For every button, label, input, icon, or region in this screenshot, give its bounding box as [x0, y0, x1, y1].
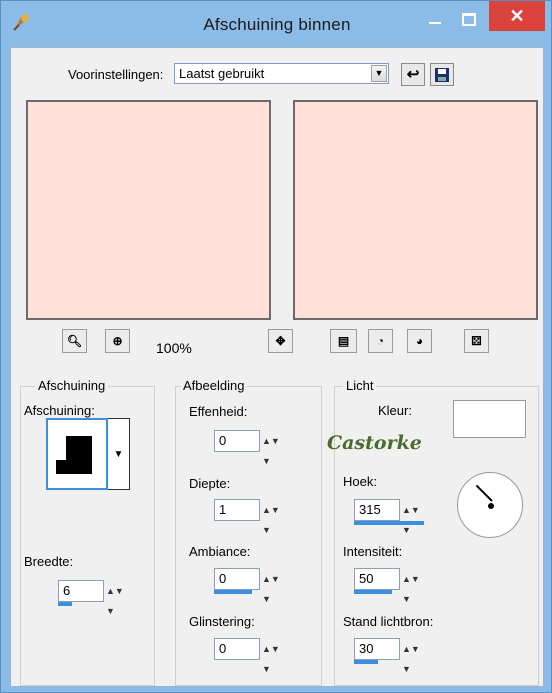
watermark-text: Castorke — [327, 432, 422, 454]
eye-icon: ◕ — [415, 334, 424, 348]
zoom-out-button[interactable]: 🔍︎ — [62, 329, 87, 353]
move-icon: ✥ — [275, 334, 286, 348]
intensity-input[interactable]: 50 — [354, 568, 400, 590]
depth-stepper[interactable]: 1 ▲▼ ▼ — [214, 499, 290, 535]
bevel-shape-icon — [56, 436, 92, 474]
angle-slider[interactable] — [354, 521, 424, 525]
randomize-button[interactable]: ⚄ — [464, 329, 489, 353]
ambiance-input[interactable]: 0 — [214, 568, 260, 590]
original-preview[interactable] — [26, 100, 271, 320]
proof-button[interactable]: ◔ — [368, 329, 393, 353]
depth-label: Diepte: — [189, 476, 231, 491]
spin-arrows-icon[interactable]: ▲▼ ▼ — [262, 569, 290, 604]
result-preview[interactable] — [293, 100, 538, 320]
dialog-content: Voorinstellingen: Laatst gebruikt ▼ ↩ 🔍︎… — [10, 47, 544, 687]
intensity-slider[interactable] — [354, 590, 392, 594]
intensity-label: Intensiteit: — [343, 544, 403, 559]
dial-needle — [475, 484, 493, 502]
chevron-down-icon[interactable]: ▼ — [371, 65, 387, 82]
angle-input[interactable]: 315 — [354, 499, 400, 521]
light-source-input[interactable]: 30 — [354, 638, 400, 660]
title-bar[interactable]: Afschuining binnen ✕ — [1, 1, 552, 47]
width-input[interactable]: 6 — [58, 580, 104, 602]
width-stepper[interactable]: 6 ▲▼ ▼ — [58, 580, 134, 616]
reset-preset-button[interactable]: ↩ — [401, 63, 425, 86]
spin-arrows-icon[interactable]: ▲▼ ▼ — [402, 500, 430, 535]
bevel-dropdown-button[interactable]: ▼ — [108, 418, 130, 490]
spin-arrows-icon[interactable]: ▲▼ ▼ — [262, 431, 290, 466]
spin-arrows-icon[interactable]: ▲▼ ▼ — [106, 581, 134, 616]
spin-arrows-icon[interactable]: ▲▼ ▼ — [402, 639, 430, 674]
color-label: Kleur: — [378, 403, 412, 418]
dial-hub — [488, 503, 494, 509]
dialog-window: Afschuining binnen ✕ Voorinstellingen: L… — [0, 0, 552, 693]
bevel-shape-preview[interactable] — [46, 418, 108, 490]
layout-icon: ▤ — [337, 334, 350, 348]
light-group-title: Licht — [343, 378, 377, 393]
zoom-in-button[interactable]: ⊕ — [105, 329, 130, 353]
width-slider[interactable] — [58, 602, 72, 606]
reset-arrow-icon: ↩ — [406, 66, 420, 83]
spin-arrows-icon[interactable]: ▲▼ ▼ — [262, 639, 290, 674]
zoom-level: 100% — [156, 340, 192, 356]
light-color-swatch[interactable] — [453, 400, 526, 438]
presets-value: Laatst gebruikt — [179, 66, 265, 81]
spin-arrows-icon[interactable]: ▲▼ ▼ — [262, 500, 290, 535]
split-view-button[interactable]: ▤ — [330, 329, 357, 353]
ambiance-slider[interactable] — [214, 590, 252, 594]
light-source-slider[interactable] — [354, 660, 378, 664]
zoom-in-icon: ⊕ — [112, 334, 123, 348]
presets-dropdown[interactable]: Laatst gebruikt ▼ — [174, 63, 389, 84]
floppy-disk-icon — [435, 68, 449, 82]
light-source-label: Stand lichtbron: — [343, 614, 434, 629]
light-source-stepper[interactable]: 30 ▲▼ ▼ — [354, 638, 430, 674]
save-preset-button[interactable] — [430, 63, 454, 86]
smoothness-input[interactable]: 0 — [214, 430, 260, 452]
depth-input[interactable]: 1 — [214, 499, 260, 521]
intensity-stepper[interactable]: 50 ▲▼ ▼ — [354, 568, 430, 604]
shininess-input[interactable]: 0 — [214, 638, 260, 660]
presets-label: Voorinstellingen: — [68, 67, 164, 82]
shininess-stepper[interactable]: 0 ▲▼ ▼ — [214, 638, 290, 674]
angle-dial[interactable] — [457, 472, 523, 538]
bevel-group-title: Afschuining — [35, 378, 109, 393]
angle-label: Hoek: — [343, 474, 377, 489]
zoom-out-icon: 🔍︎ — [66, 334, 83, 348]
spin-arrows-icon[interactable]: ▲▼ ▼ — [402, 569, 430, 604]
shininess-label: Glinstering: — [189, 614, 255, 629]
image-group-title: Afbeelding — [180, 378, 248, 393]
smoothness-label: Effenheid: — [189, 404, 248, 419]
width-label: Breedte: — [24, 554, 74, 569]
eye-icon: ◔ — [376, 334, 385, 348]
auto-proof-button[interactable]: ◕ — [407, 329, 432, 353]
ambiance-label: Ambiance: — [189, 544, 251, 559]
smoothness-stepper[interactable]: 0 ▲▼ ▼ — [214, 430, 290, 466]
close-button[interactable]: ✕ — [489, 1, 545, 31]
dice-icon: ⚄ — [471, 334, 482, 348]
maximize-button[interactable] — [453, 5, 483, 35]
angle-stepper[interactable]: 315 ▲▼ ▼ — [354, 499, 434, 535]
pan-button[interactable]: ✥ — [268, 329, 293, 353]
bevel-label: Afschuining: — [24, 403, 95, 418]
minimize-button[interactable] — [421, 5, 449, 35]
ambiance-stepper[interactable]: 0 ▲▼ ▼ — [214, 568, 290, 604]
